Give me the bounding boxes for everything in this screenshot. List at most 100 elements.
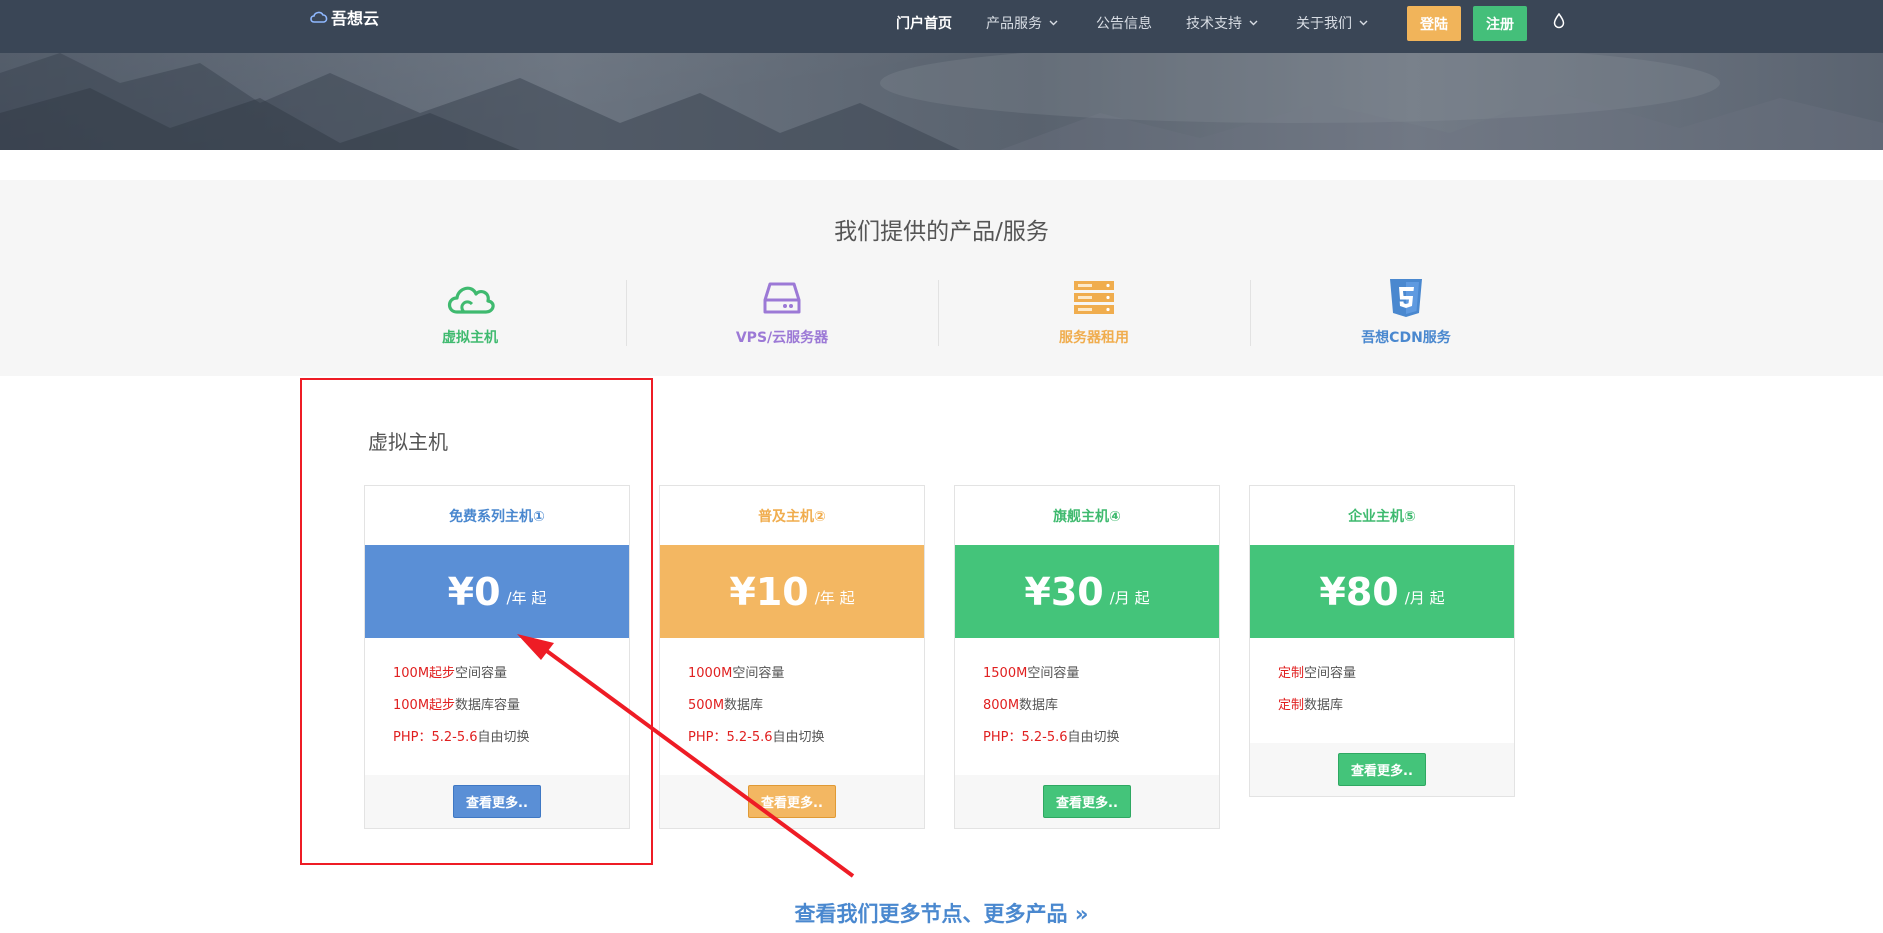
feature-text: 数据库 — [724, 698, 764, 713]
plan-card-free: 免费系列主机① ¥0 /年 起 100M起步空间容量 100M起步数据库容量 P… — [364, 485, 630, 829]
nav-announcements-label: 公告信息 — [1096, 16, 1152, 32]
feature-highlight: 1000M — [688, 666, 733, 681]
plan-price-banner: ¥0 /年 起 — [365, 545, 629, 638]
feature-text: 数据库 — [1304, 698, 1344, 713]
plan-name: 免费系列主机① — [449, 508, 545, 525]
plan-feature: 1000M空间容量 — [688, 664, 924, 696]
logo-text: 吾想云 — [331, 9, 380, 28]
feature-highlight: 800M — [983, 698, 1020, 713]
services-title: 我们提供的产品/服务 — [834, 219, 1049, 245]
feature-highlight: 定制 — [1278, 698, 1305, 713]
nav-products[interactable]: 产品服务 — [986, 13, 1058, 33]
plan-card-footer: 查看更多.. — [1250, 743, 1514, 796]
feature-text: 空间容量 — [1304, 666, 1357, 681]
plan-feature: PHP：5.2-5.6自由切换 — [393, 728, 629, 760]
hard-drive-icon — [763, 282, 801, 314]
plan-features: 1000M空间容量 500M数据库 PHP：5.2-5.6自由切换 — [660, 638, 924, 775]
plan-name: 普及主机② — [758, 508, 826, 525]
plan-card-enterprise: 企业主机⑤ ¥80 /月 起 定制空间容量 定制数据库 查看更多.. — [1249, 485, 1515, 797]
view-more-button[interactable]: 查看更多.. — [453, 785, 541, 818]
plan-feature: 100M起步空间容量 — [393, 664, 629, 696]
nav-support[interactable]: 技术支持 — [1186, 13, 1258, 33]
register-button[interactable]: 注册 — [1473, 6, 1527, 41]
plan-price-unit: /月 起 — [1109, 589, 1150, 607]
feature-highlight: PHP：5.2-5.6 — [688, 730, 773, 745]
plan-feature: 1500M空间容量 — [983, 664, 1219, 696]
plan-name: 旗舰主机④ — [1053, 508, 1121, 525]
login-button[interactable]: 登陆 — [1407, 6, 1461, 41]
nav-support-label: 技术支持 — [1186, 16, 1242, 32]
feature-text: 自由切换 — [477, 730, 530, 745]
plan-feature: 定制空间容量 — [1278, 664, 1514, 696]
view-more-button[interactable]: 查看更多.. — [748, 785, 836, 818]
chevron-down-icon — [1249, 20, 1258, 26]
hero-banner — [0, 53, 1883, 150]
plan-features: 定制空间容量 定制数据库 — [1250, 638, 1514, 743]
service-server-rental-label: 服务器租用 — [1059, 330, 1129, 346]
chevron-down-icon — [1359, 20, 1368, 26]
plan-price-banner: ¥80 /月 起 — [1250, 545, 1514, 638]
plan-price-unit: /年 起 — [506, 589, 547, 607]
plan-feature: PHP：5.2-5.6自由切换 — [688, 728, 924, 760]
service-virtual-host-label: 虚拟主机 — [442, 330, 498, 346]
feature-highlight: PHP：5.2-5.6 — [393, 730, 478, 745]
nav-about-label: 关于我们 — [1296, 16, 1352, 32]
login-button-label: 登陆 — [1420, 16, 1448, 33]
hosting-section-title: 虚拟主机 — [368, 430, 448, 454]
cloud-icon — [447, 286, 495, 314]
plan-feature: PHP：5.2-5.6自由切换 — [983, 728, 1219, 760]
feature-text: 数据库 — [1019, 698, 1059, 713]
nav-home-label: 门户首页 — [896, 16, 952, 32]
site-logo[interactable]: 吾想云 — [309, 5, 379, 29]
nav-products-label: 产品服务 — [986, 16, 1042, 32]
plan-price-banner: ¥10 /年 起 — [660, 545, 924, 638]
nav-about[interactable]: 关于我们 — [1296, 13, 1368, 33]
plan-price: ¥30 — [1024, 569, 1104, 614]
register-button-label: 注册 — [1486, 16, 1514, 33]
more-products-link[interactable]: 查看我们更多节点、更多产品 » — [0, 898, 1883, 928]
plan-feature: 100M起步数据库容量 — [393, 696, 629, 728]
feature-text: 数据库容量 — [455, 698, 521, 713]
server-rack-icon — [1074, 281, 1114, 314]
plan-feature: 800M数据库 — [983, 696, 1219, 728]
mountain-background-image — [0, 53, 1883, 150]
top-navbar: 吾想云 门户首页 产品服务 公告信息 技术支持 关于我们 登陆 注册 — [0, 0, 1883, 53]
feature-text: 空间容量 — [455, 666, 508, 681]
plan-price-unit: /月 起 — [1404, 589, 1445, 607]
service-server-rental[interactable]: 服务器租用 — [938, 278, 1250, 348]
feature-text: 自由切换 — [1067, 730, 1120, 745]
theme-drop-icon[interactable] — [1553, 13, 1565, 29]
plan-card-basic: 普及主机② ¥10 /年 起 1000M空间容量 500M数据库 PHP：5.2… — [659, 485, 925, 829]
feature-highlight: 100M起步 — [393, 666, 456, 681]
plan-feature: 500M数据库 — [688, 696, 924, 728]
nav-announcements[interactable]: 公告信息 — [1096, 13, 1152, 33]
service-vps[interactable]: VPS/云服务器 — [626, 278, 938, 348]
feature-highlight: 100M起步 — [393, 698, 456, 713]
plan-card-footer: 查看更多.. — [660, 775, 924, 828]
logo-cloud-icon — [310, 11, 328, 23]
feature-highlight: 500M — [688, 698, 725, 713]
plan-price: ¥80 — [1319, 569, 1399, 614]
plan-price: ¥0 — [447, 569, 501, 614]
chevron-down-icon — [1049, 20, 1058, 26]
nav-home[interactable]: 门户首页 — [896, 13, 952, 33]
plan-name: 企业主机⑤ — [1348, 508, 1416, 525]
feature-highlight: 1500M — [983, 666, 1028, 681]
view-more-button[interactable]: 查看更多.. — [1338, 753, 1426, 786]
feature-highlight: 定制 — [1278, 666, 1305, 681]
plan-price: ¥10 — [729, 569, 809, 614]
plan-feature: 定制数据库 — [1278, 696, 1514, 728]
feature-highlight: PHP：5.2-5.6 — [983, 730, 1068, 745]
plan-price-unit: /年 起 — [814, 589, 855, 607]
service-cdn-label: 吾想CDN服务 — [1361, 330, 1451, 346]
service-virtual-host[interactable]: 虚拟主机 — [314, 278, 626, 348]
feature-text: 空间容量 — [732, 666, 785, 681]
feature-text: 空间容量 — [1027, 666, 1080, 681]
plan-card-flagship: 旗舰主机④ ¥30 /月 起 1500M空间容量 800M数据库 PHP：5.2… — [954, 485, 1220, 829]
html5-shield-icon — [1390, 279, 1422, 317]
plan-card-footer: 查看更多.. — [365, 775, 629, 828]
plan-features: 1500M空间容量 800M数据库 PHP：5.2-5.6自由切换 — [955, 638, 1219, 775]
service-cdn[interactable]: 吾想CDN服务 — [1250, 278, 1562, 348]
view-more-button[interactable]: 查看更多.. — [1043, 785, 1131, 818]
plan-card-footer: 查看更多.. — [955, 775, 1219, 828]
